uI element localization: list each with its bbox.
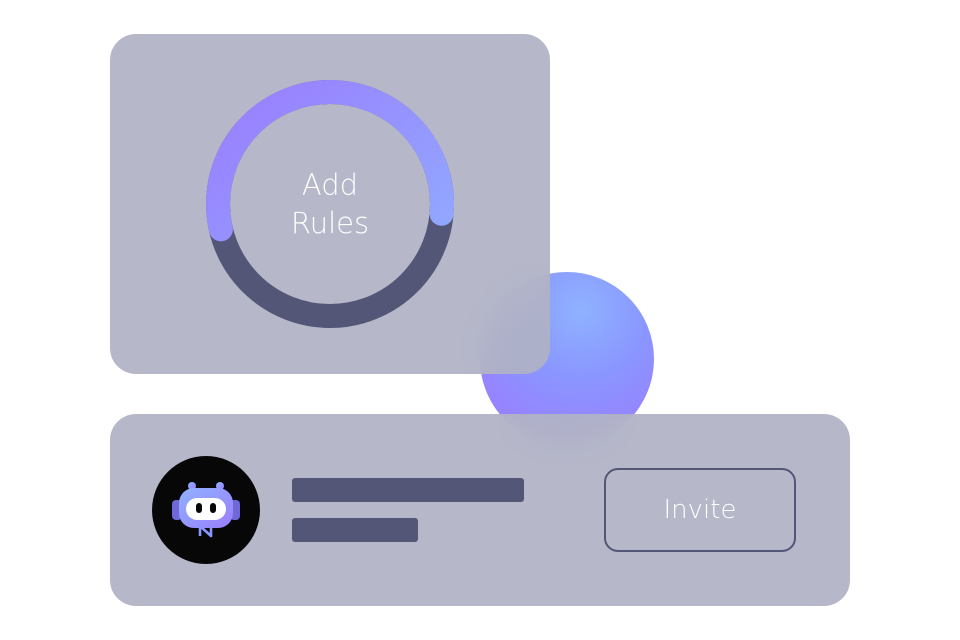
add-rules-card: Add Rules [110,34,550,374]
robot-icon [172,482,240,538]
add-rules-label-line2: Rules [290,206,370,240]
add-rules-label-line1: Add [301,168,359,202]
name-placeholder [292,478,524,502]
invite-card: Invite [110,414,850,606]
avatar [152,456,260,564]
invite-button[interactable]: Invite [604,468,796,552]
add-rules-button[interactable]: Add Rules [206,80,454,328]
subtitle-placeholder [292,518,418,542]
canvas: Add Rules Invite [0,0,960,640]
